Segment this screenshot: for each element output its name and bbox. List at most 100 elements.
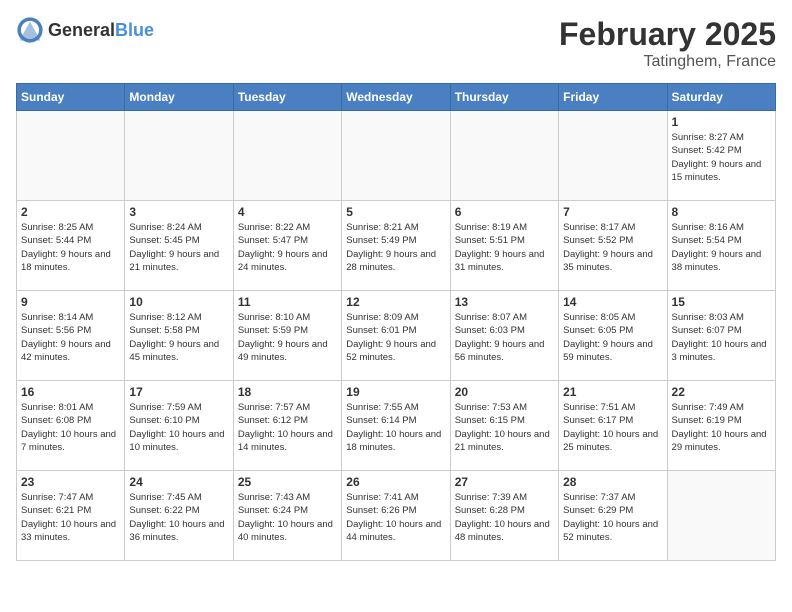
- day-number: 28: [563, 475, 662, 489]
- calendar-cell: 9 Sunrise: 8:14 AM Sunset: 5:56 PM Daylig…: [17, 291, 125, 381]
- day-number: 20: [455, 385, 554, 399]
- calendar-cell: [559, 111, 667, 201]
- column-header-wednesday: Wednesday: [342, 84, 450, 111]
- calendar-cell: 28Sunrise: 7:37 AM Sunset: 6:29 PM Dayli…: [559, 471, 667, 561]
- calendar-cell: [667, 471, 775, 561]
- calendar-cell: 22 Sunrise: 7:49 AM Sunset: 6:19 PM Dayli…: [667, 381, 775, 471]
- day-info: Sunrise: 8:12 AM Sunset: 5:58 PM Dayligh…: [129, 311, 228, 364]
- calendar-cell: 18 Sunrise: 7:57 AM Sunset: 6:12 PM Dayli…: [233, 381, 341, 471]
- day-number: 17: [129, 385, 228, 399]
- calendar-cell: 12 Sunrise: 8:09 AM Sunset: 6:01 PM Dayli…: [342, 291, 450, 381]
- day-info: Sunrise: 7:43 AM Sunset: 6:24 PM Dayligh…: [238, 491, 337, 544]
- day-info: Sunrise: 8:03 AM Sunset: 6:07 PM Dayligh…: [672, 311, 771, 364]
- column-header-thursday: Thursday: [450, 84, 558, 111]
- day-number: 12: [346, 295, 445, 309]
- day-number: 3: [129, 205, 228, 219]
- day-number: 11: [238, 295, 337, 309]
- logo-text-blue: Blue: [115, 20, 154, 40]
- logo-icon: [16, 16, 44, 44]
- day-info: Sunrise: 7:45 AM Sunset: 6:22 PM Dayligh…: [129, 491, 228, 544]
- calendar-week-row: 2Sunrise: 8:25 AM Sunset: 5:44 PM Daylig…: [17, 201, 776, 291]
- day-info: Sunrise: 8:07 AM Sunset: 6:03 PM Dayligh…: [455, 311, 554, 364]
- calendar-cell: 6 Sunrise: 8:19 AM Sunset: 5:51 PM Daylig…: [450, 201, 558, 291]
- calendar-cell: 1 Sunrise: 8:27 AM Sunset: 5:42 PM Daylig…: [667, 111, 775, 201]
- calendar-cell: 5 Sunrise: 8:21 AM Sunset: 5:49 PM Daylig…: [342, 201, 450, 291]
- calendar-cell: 21Sunrise: 7:51 AM Sunset: 6:17 PM Dayli…: [559, 381, 667, 471]
- column-header-sunday: Sunday: [17, 84, 125, 111]
- day-number: 24: [129, 475, 228, 489]
- calendar-cell: 27 Sunrise: 7:39 AM Sunset: 6:28 PM Dayli…: [450, 471, 558, 561]
- day-info: Sunrise: 7:47 AM Sunset: 6:21 PM Dayligh…: [21, 491, 120, 544]
- day-number: 16: [21, 385, 120, 399]
- logo-text-general: General: [48, 20, 115, 40]
- day-info: Sunrise: 7:57 AM Sunset: 6:12 PM Dayligh…: [238, 401, 337, 454]
- page-header: GeneralBlue February 2025 Tatinghem, Fra…: [16, 16, 776, 71]
- day-info: Sunrise: 8:21 AM Sunset: 5:49 PM Dayligh…: [346, 221, 445, 274]
- day-number: 1: [672, 115, 771, 129]
- calendar-cell: [342, 111, 450, 201]
- calendar-cell: 11 Sunrise: 8:10 AM Sunset: 5:59 PM Dayli…: [233, 291, 341, 381]
- day-number: 19: [346, 385, 445, 399]
- calendar-week-row: 16 Sunrise: 8:01 AM Sunset: 6:08 PM Dayli…: [17, 381, 776, 471]
- day-number: 15: [672, 295, 771, 309]
- column-header-friday: Friday: [559, 84, 667, 111]
- calendar-cell: [450, 111, 558, 201]
- calendar-cell: 8Sunrise: 8:16 AM Sunset: 5:54 PM Daylig…: [667, 201, 775, 291]
- day-info: Sunrise: 7:49 AM Sunset: 6:19 PM Dayligh…: [672, 401, 771, 454]
- day-number: 10: [129, 295, 228, 309]
- calendar-week-row: 9 Sunrise: 8:14 AM Sunset: 5:56 PM Daylig…: [17, 291, 776, 381]
- day-info: Sunrise: 8:16 AM Sunset: 5:54 PM Dayligh…: [672, 221, 771, 274]
- calendar-cell: 20 Sunrise: 7:53 AM Sunset: 6:15 PM Dayli…: [450, 381, 558, 471]
- calendar-cell: 17 Sunrise: 7:59 AM Sunset: 6:10 PM Dayli…: [125, 381, 233, 471]
- day-info: Sunrise: 7:53 AM Sunset: 6:15 PM Dayligh…: [455, 401, 554, 454]
- day-number: 13: [455, 295, 554, 309]
- day-info: Sunrise: 8:09 AM Sunset: 6:01 PM Dayligh…: [346, 311, 445, 364]
- calendar-cell: 16 Sunrise: 8:01 AM Sunset: 6:08 PM Dayli…: [17, 381, 125, 471]
- day-info: Sunrise: 8:25 AM Sunset: 5:44 PM Dayligh…: [21, 221, 120, 274]
- calendar-cell: 4 Sunrise: 8:22 AM Sunset: 5:47 PM Daylig…: [233, 201, 341, 291]
- calendar-cell: 25 Sunrise: 7:43 AM Sunset: 6:24 PM Dayli…: [233, 471, 341, 561]
- day-number: 18: [238, 385, 337, 399]
- day-number: 4: [238, 205, 337, 219]
- column-header-tuesday: Tuesday: [233, 84, 341, 111]
- day-number: 9: [21, 295, 120, 309]
- day-info: Sunrise: 7:55 AM Sunset: 6:14 PM Dayligh…: [346, 401, 445, 454]
- calendar-header-row: SundayMondayTuesdayWednesdayThursdayFrid…: [17, 84, 776, 111]
- day-number: 7: [563, 205, 662, 219]
- calendar-week-row: 1 Sunrise: 8:27 AM Sunset: 5:42 PM Daylig…: [17, 111, 776, 201]
- day-info: Sunrise: 8:19 AM Sunset: 5:51 PM Dayligh…: [455, 221, 554, 274]
- column-header-saturday: Saturday: [667, 84, 775, 111]
- day-number: 27: [455, 475, 554, 489]
- logo: GeneralBlue: [16, 16, 154, 44]
- day-number: 23: [21, 475, 120, 489]
- calendar-cell: 14Sunrise: 8:05 AM Sunset: 6:05 PM Dayli…: [559, 291, 667, 381]
- calendar-week-row: 23 Sunrise: 7:47 AM Sunset: 6:21 PM Dayli…: [17, 471, 776, 561]
- calendar-cell: 10 Sunrise: 8:12 AM Sunset: 5:58 PM Dayli…: [125, 291, 233, 381]
- day-number: 5: [346, 205, 445, 219]
- calendar-table: SundayMondayTuesdayWednesdayThursdayFrid…: [16, 83, 776, 561]
- day-info: Sunrise: 7:39 AM Sunset: 6:28 PM Dayligh…: [455, 491, 554, 544]
- day-number: 21: [563, 385, 662, 399]
- day-info: Sunrise: 7:59 AM Sunset: 6:10 PM Dayligh…: [129, 401, 228, 454]
- day-info: Sunrise: 8:01 AM Sunset: 6:08 PM Dayligh…: [21, 401, 120, 454]
- day-info: Sunrise: 8:10 AM Sunset: 5:59 PM Dayligh…: [238, 311, 337, 364]
- day-info: Sunrise: 7:41 AM Sunset: 6:26 PM Dayligh…: [346, 491, 445, 544]
- column-header-monday: Monday: [125, 84, 233, 111]
- calendar-cell: 23 Sunrise: 7:47 AM Sunset: 6:21 PM Dayli…: [17, 471, 125, 561]
- day-info: Sunrise: 8:22 AM Sunset: 5:47 PM Dayligh…: [238, 221, 337, 274]
- calendar-cell: 2Sunrise: 8:25 AM Sunset: 5:44 PM Daylig…: [17, 201, 125, 291]
- day-info: Sunrise: 8:27 AM Sunset: 5:42 PM Dayligh…: [672, 131, 771, 184]
- calendar-cell: 24 Sunrise: 7:45 AM Sunset: 6:22 PM Dayli…: [125, 471, 233, 561]
- day-info: Sunrise: 8:17 AM Sunset: 5:52 PM Dayligh…: [563, 221, 662, 274]
- calendar-cell: [233, 111, 341, 201]
- day-info: Sunrise: 8:24 AM Sunset: 5:45 PM Dayligh…: [129, 221, 228, 274]
- day-info: Sunrise: 8:05 AM Sunset: 6:05 PM Dayligh…: [563, 311, 662, 364]
- day-number: 6: [455, 205, 554, 219]
- location-subtitle: Tatinghem, France: [559, 53, 776, 71]
- day-number: 22: [672, 385, 771, 399]
- day-info: Sunrise: 8:14 AM Sunset: 5:56 PM Dayligh…: [21, 311, 120, 364]
- day-number: 25: [238, 475, 337, 489]
- day-number: 26: [346, 475, 445, 489]
- calendar-cell: 13 Sunrise: 8:07 AM Sunset: 6:03 PM Dayli…: [450, 291, 558, 381]
- calendar-cell: 19 Sunrise: 7:55 AM Sunset: 6:14 PM Dayli…: [342, 381, 450, 471]
